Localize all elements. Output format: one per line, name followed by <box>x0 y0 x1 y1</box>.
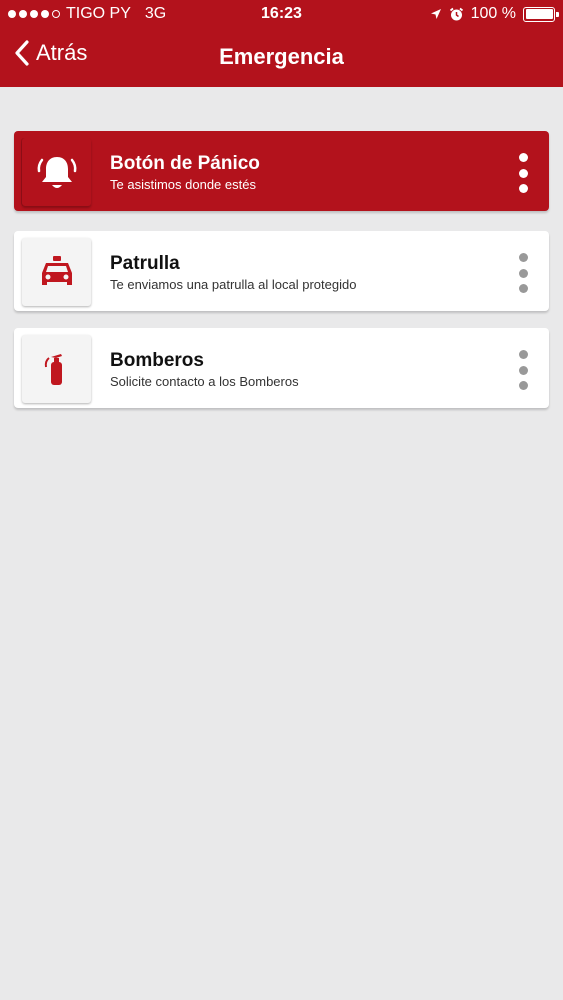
navigation-bar: Atrás Emergencia <box>0 30 563 87</box>
panic-button-card[interactable]: Botón de Pánico Te asistimos donde estés <box>14 131 549 211</box>
card-subtitle: Solicite contacto a los Bomberos <box>110 374 299 389</box>
patrol-icon-box <box>22 238 91 306</box>
top-bar: TIGO PY 3G 16:23 100 % Atrás Emergencia <box>0 0 563 87</box>
bell-icon <box>37 157 76 188</box>
battery-icon <box>523 6 559 22</box>
panic-icon-box <box>22 138 91 206</box>
card-subtitle: Te asistimos donde estés <box>110 177 256 192</box>
battery-percent: 100 % <box>470 5 516 22</box>
alarm-clock-icon <box>449 7 463 20</box>
status-bar: TIGO PY 3G 16:23 100 % <box>0 0 563 30</box>
patrol-card[interactable]: Patrulla Te enviamos una patrulla al loc… <box>14 231 549 311</box>
page-title: Emergencia <box>219 44 344 69</box>
firefighters-icon-box <box>22 335 91 403</box>
card-title: Patrulla <box>110 253 180 274</box>
card-title: Bomberos <box>110 350 204 371</box>
card-title: Botón de Pánico <box>110 153 260 174</box>
location-arrow-icon <box>430 9 441 19</box>
more-options-icon[interactable] <box>517 350 529 390</box>
fire-extinguisher-icon <box>44 354 62 385</box>
more-options-icon[interactable] <box>517 153 529 193</box>
card-subtitle: Te enviamos una patrulla al local proteg… <box>110 277 357 292</box>
firefighters-card[interactable]: Bomberos Solicite contacto a los Bombero… <box>14 328 549 408</box>
status-right: 100 % <box>430 5 559 23</box>
police-car-icon <box>41 256 72 285</box>
more-options-icon[interactable] <box>517 253 529 293</box>
